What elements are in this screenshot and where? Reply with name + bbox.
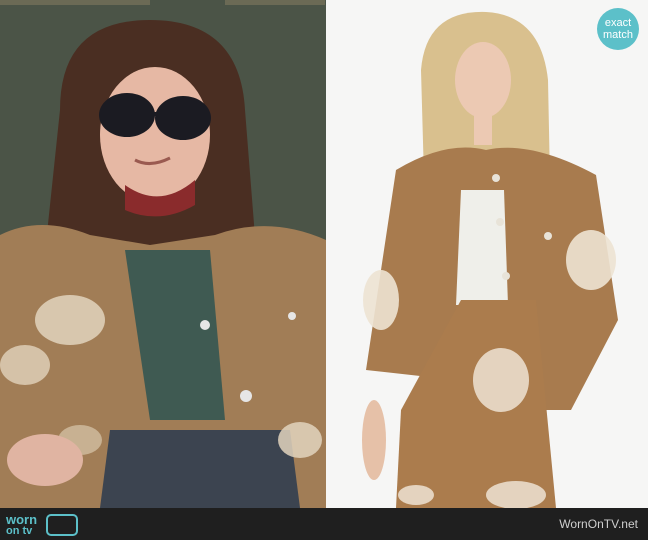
badge-line-1: exact [604,17,632,29]
product-illustration [326,0,648,508]
site-name: WornOnTV.net [559,517,638,531]
footer-bar: worn on tv WornOnTV.net [0,508,648,540]
product-photo [326,0,648,508]
logo-line-2: on tv [6,525,33,537]
wornontv-logo[interactable]: worn on tv [4,511,84,538]
badge-line-2: match [603,29,633,41]
tv-scene-illustration [0,0,326,508]
tv-scene-photo [0,0,326,508]
tv-icon [46,514,78,536]
exact-match-badge: exact match [597,8,639,50]
